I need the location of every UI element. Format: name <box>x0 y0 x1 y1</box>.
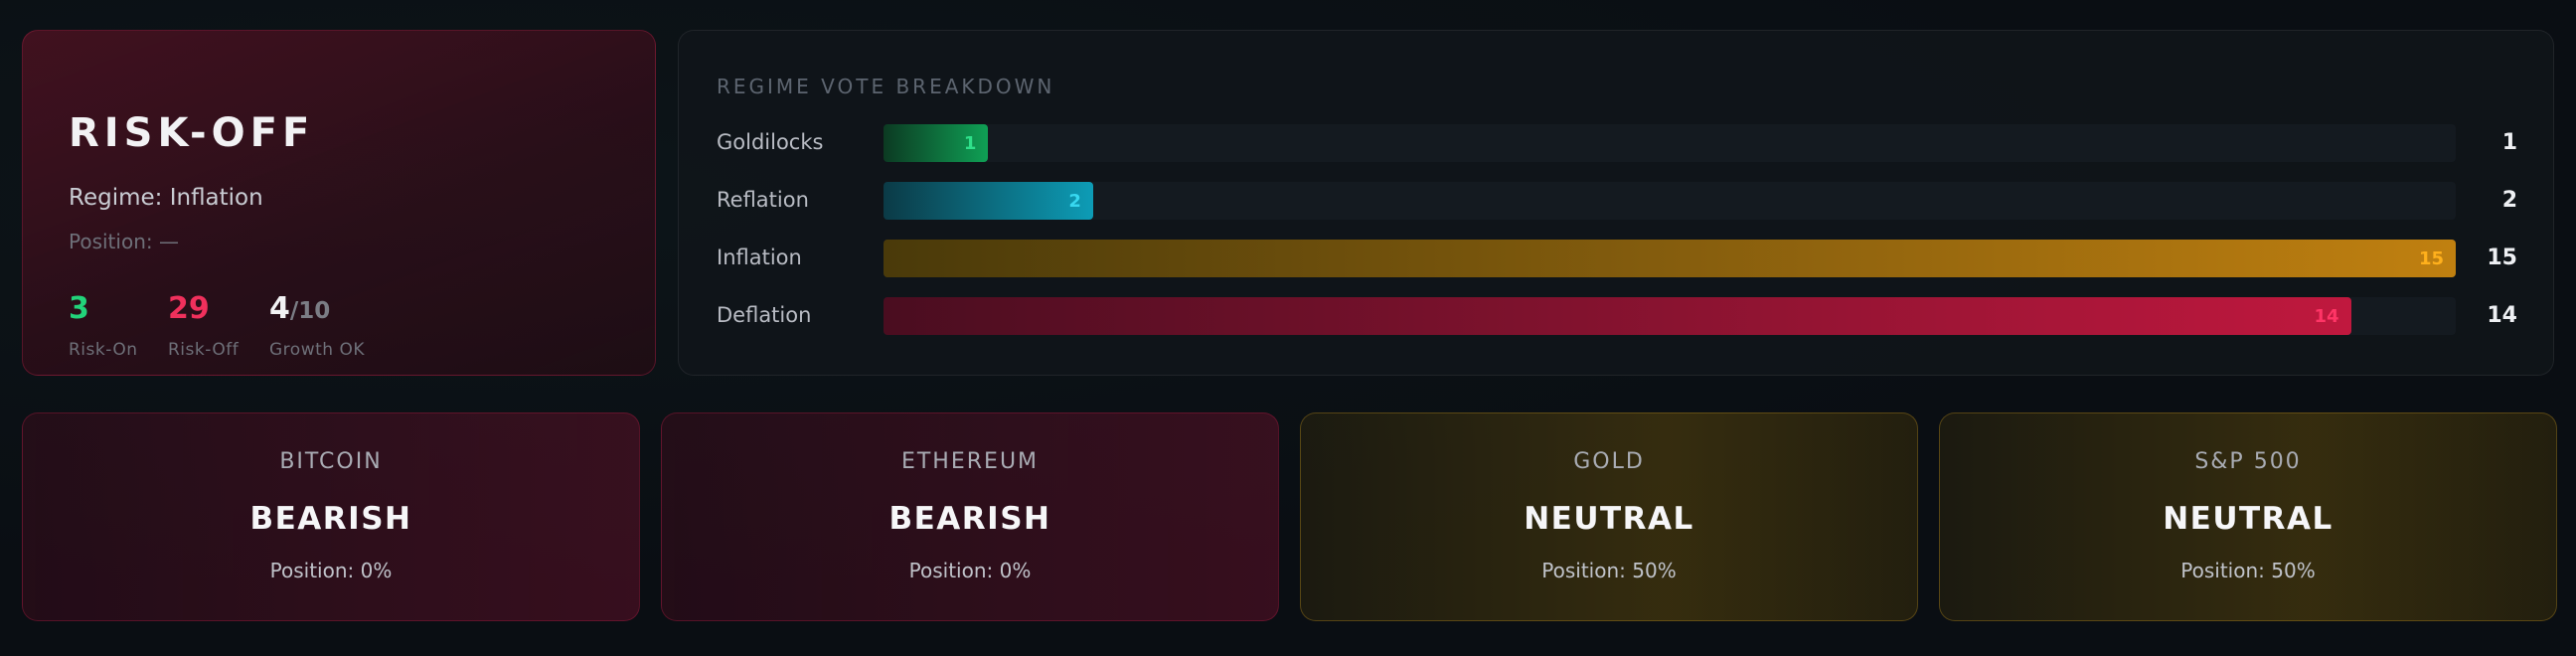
position-label: Position: — <box>69 230 179 253</box>
vote-row-label: Inflation <box>717 246 802 269</box>
asset-name: S&P 500 <box>2194 449 2302 474</box>
vote-bar-track: 15 <box>884 240 2456 277</box>
vote-bar-fill: 2 <box>884 182 1093 220</box>
asset-position: Position: 0% <box>269 559 393 582</box>
vote-bar-fill: 14 <box>884 297 2351 335</box>
vote-count: 1 <box>2501 130 2517 155</box>
stat-value: 3 <box>69 291 89 326</box>
asset-signal: NEUTRAL <box>1524 501 1694 537</box>
stat-risk-off: 29 Risk-Off <box>168 291 239 360</box>
asset-signal: BEARISH <box>249 501 412 537</box>
vote-row-label: Reflation <box>717 188 809 212</box>
vote-row-goldilocks: Goldilocks 1 1 <box>679 124 2553 164</box>
regime-label: Regime: Inflation <box>69 185 263 211</box>
vote-bar-fill: 1 <box>884 124 989 162</box>
asset-name: BITCOIN <box>279 449 383 474</box>
asset-card-ethereum[interactable]: ETHEREUM BEARISH Position: 0% <box>661 412 1279 621</box>
stat-value: 29 <box>168 291 210 326</box>
stat-risk-on: 3 Risk-On <box>69 291 138 360</box>
vote-bar-track: 1 <box>884 124 2456 162</box>
vote-breakdown-heading: REGIME VOTE BREAKDOWN <box>717 75 1055 98</box>
vote-row-reflation: Reflation 2 2 <box>679 182 2553 222</box>
stat-denominator: /10 <box>289 298 331 324</box>
regime-title: RISK-OFF <box>69 110 315 156</box>
stat-label: Risk-On <box>69 340 138 360</box>
vote-bar-fill: 15 <box>884 240 2456 277</box>
stat-growth-ok: 4/10 Growth OK <box>269 291 365 360</box>
vote-count: 15 <box>2487 246 2517 270</box>
vote-count: 14 <box>2487 303 2517 328</box>
stat-value: 4 <box>269 291 290 326</box>
vote-count: 2 <box>2501 188 2517 213</box>
stat-label: Growth OK <box>269 340 365 360</box>
asset-card-bitcoin[interactable]: BITCOIN BEARISH Position: 0% <box>22 412 640 621</box>
asset-position: Position: 50% <box>1541 559 1677 582</box>
vote-row-deflation: Deflation 14 14 <box>679 297 2553 337</box>
vote-bar-track: 2 <box>884 182 2456 220</box>
asset-card-sp500[interactable]: S&P 500 NEUTRAL Position: 50% <box>1939 412 2557 621</box>
vote-bar-track: 14 <box>884 297 2456 335</box>
stat-label: Risk-Off <box>168 340 240 360</box>
asset-signal: NEUTRAL <box>2163 501 2334 537</box>
regime-card: RISK-OFF Regime: Inflation Position: — 3… <box>22 30 656 376</box>
asset-name: ETHEREUM <box>900 449 1040 474</box>
vote-breakdown-panel: REGIME VOTE BREAKDOWN Goldilocks 1 1 Ref… <box>678 30 2554 376</box>
vote-row-label: Goldilocks <box>717 130 824 154</box>
vote-row-inflation: Inflation 15 15 <box>679 240 2553 279</box>
asset-card-gold[interactable]: GOLD NEUTRAL Position: 50% <box>1300 412 1918 621</box>
asset-position: Position: 0% <box>908 559 1032 582</box>
asset-position: Position: 50% <box>2180 559 2316 582</box>
asset-name: GOLD <box>1573 449 1645 474</box>
vote-row-label: Deflation <box>717 303 812 327</box>
asset-signal: BEARISH <box>888 501 1051 537</box>
